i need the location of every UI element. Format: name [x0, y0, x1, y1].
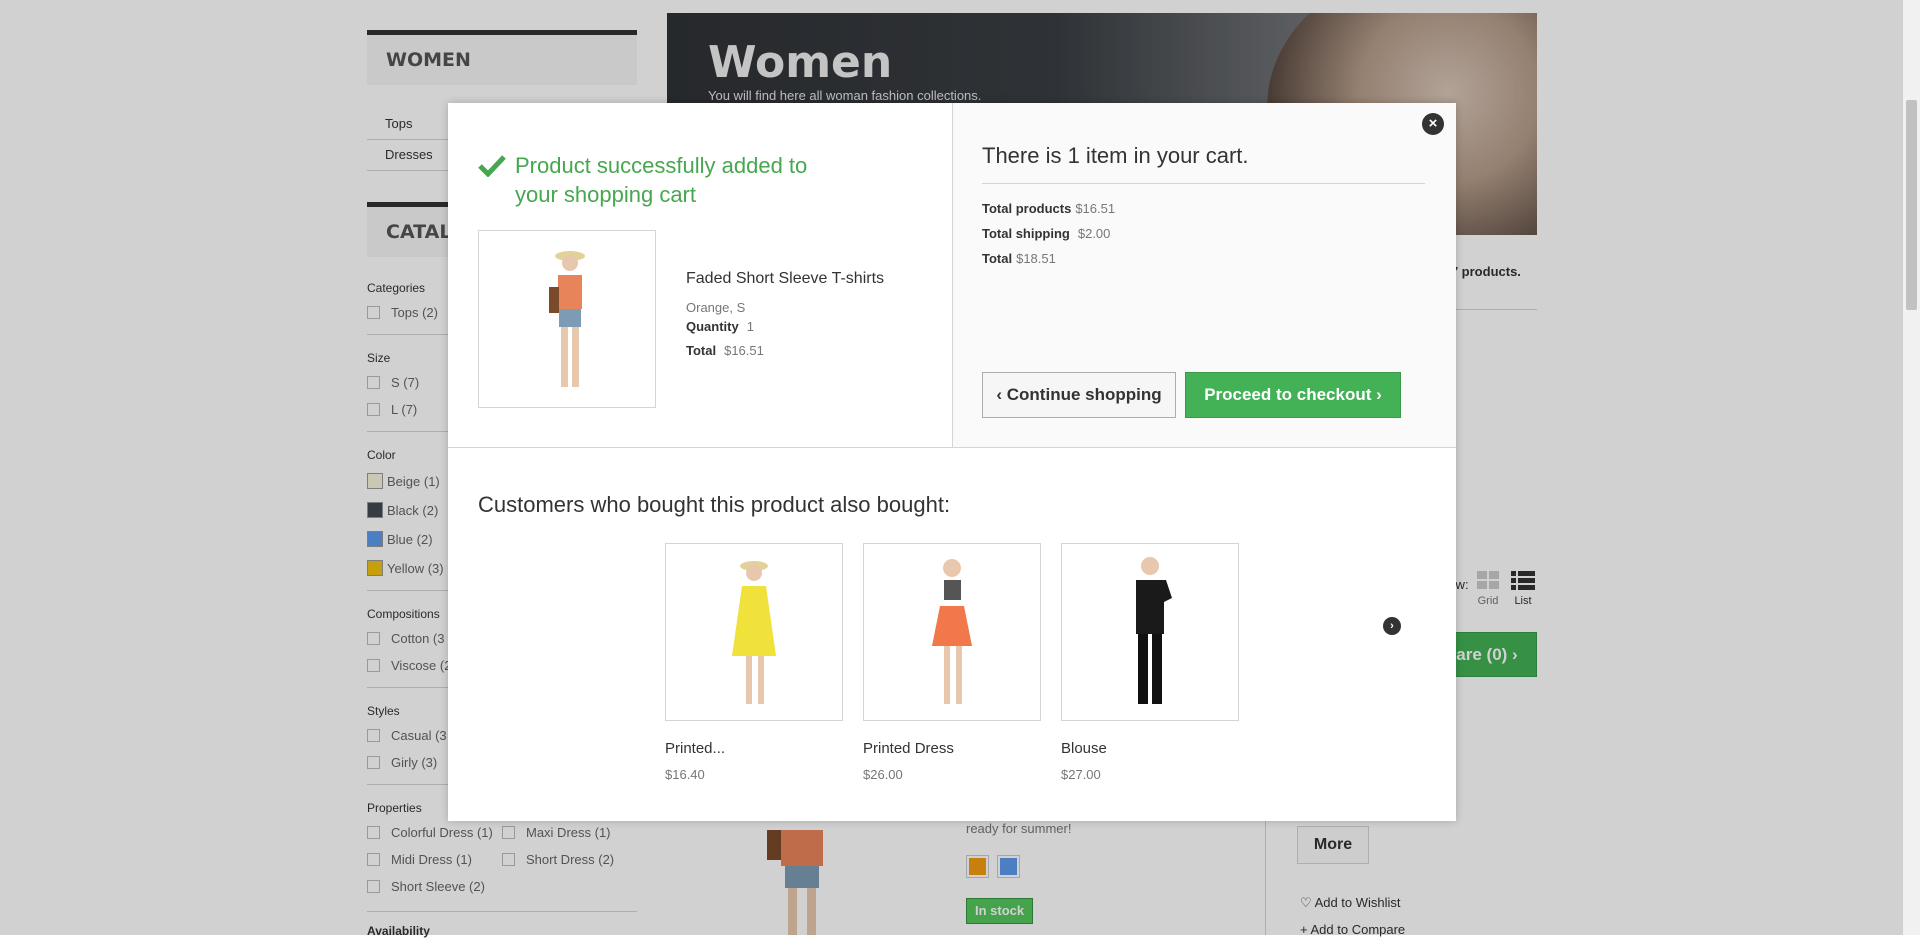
quantity-label: Quantity: [686, 319, 739, 334]
crosssell-image[interactable]: [863, 543, 1041, 721]
close-icon[interactable]: ×: [1422, 113, 1444, 135]
total-value: $16.51: [724, 343, 764, 358]
proceed-to-checkout-button[interactable]: Proceed to checkout ›: [1185, 372, 1401, 418]
crosssell-name[interactable]: Printed Dress: [863, 740, 1041, 757]
crosssell-image[interactable]: [1061, 543, 1239, 721]
modal-product-panel: Product successfully added to your shopp…: [448, 103, 952, 447]
total-shipping-label: Total shipping: [982, 226, 1070, 241]
continue-shopping-button[interactable]: ‹ Continue shopping: [982, 372, 1176, 418]
cart-count-text: There is 1 item in your cart.: [982, 143, 1249, 168]
product-quantity-row: Quantity 1: [686, 319, 754, 334]
crosssell-image[interactable]: [665, 543, 843, 721]
crosssell-name[interactable]: Blouse: [1061, 740, 1239, 757]
crosssell-item[interactable]: Printed... $16.40: [665, 543, 843, 782]
cart-total-value: $18.51: [1016, 251, 1056, 266]
crosssell-item[interactable]: Printed Dress $26.00: [863, 543, 1041, 782]
checkout-label: Proceed to checkout: [1204, 385, 1372, 404]
quantity-value: 1: [746, 319, 754, 334]
crosssell-price: $27.00: [1061, 767, 1101, 782]
divider: [982, 183, 1425, 184]
total-shipping-value: $2.00: [1077, 226, 1111, 241]
crosssell-item[interactable]: Blouse $27.00: [1061, 543, 1239, 782]
success-message: Product successfully added to your shopp…: [515, 153, 808, 207]
modal-top-section: Product successfully added to your shopp…: [448, 103, 1456, 447]
crosssell-title: Customers who bought this product also b…: [478, 492, 951, 517]
crosssell-name[interactable]: Printed...: [665, 740, 843, 757]
product-attributes: Orange, S: [686, 300, 746, 315]
chevron-left-icon: ‹: [996, 385, 1003, 404]
model-figure-icon: [732, 561, 776, 704]
total-label: Total: [686, 343, 717, 358]
checkmark-icon: [478, 155, 506, 177]
total-shipping-row: Total shipping $2.00: [982, 226, 1110, 241]
chevron-right-icon: ›: [1376, 385, 1382, 404]
product-total-row: Total $16.51: [686, 343, 764, 358]
model-figure-icon: [932, 559, 972, 704]
total-products-label: Total products: [982, 201, 1072, 216]
scrollbar-thumb[interactable]: [1906, 100, 1917, 310]
product-thumbnail: [478, 230, 656, 408]
divider: [448, 447, 1456, 448]
model-figure-icon: [549, 251, 585, 387]
total-products-value: $16.51: [1075, 201, 1116, 216]
product-name: Faded Short Sleeve T-shirts: [686, 270, 885, 287]
continue-shopping-label: Continue shopping: [1006, 385, 1162, 404]
cart-total-row: Total $18.51: [982, 251, 1056, 266]
crosssell-price: $16.40: [665, 767, 705, 782]
carousel-next-icon[interactable]: ›: [1383, 617, 1401, 635]
crosssell-price: $26.00: [863, 767, 903, 782]
add-to-cart-modal: Product successfully added to your shopp…: [448, 103, 1456, 821]
cart-total-label: Total: [982, 251, 1013, 266]
total-products-row: Total products $16.51: [982, 201, 1115, 216]
model-figure-icon: [1136, 557, 1172, 704]
